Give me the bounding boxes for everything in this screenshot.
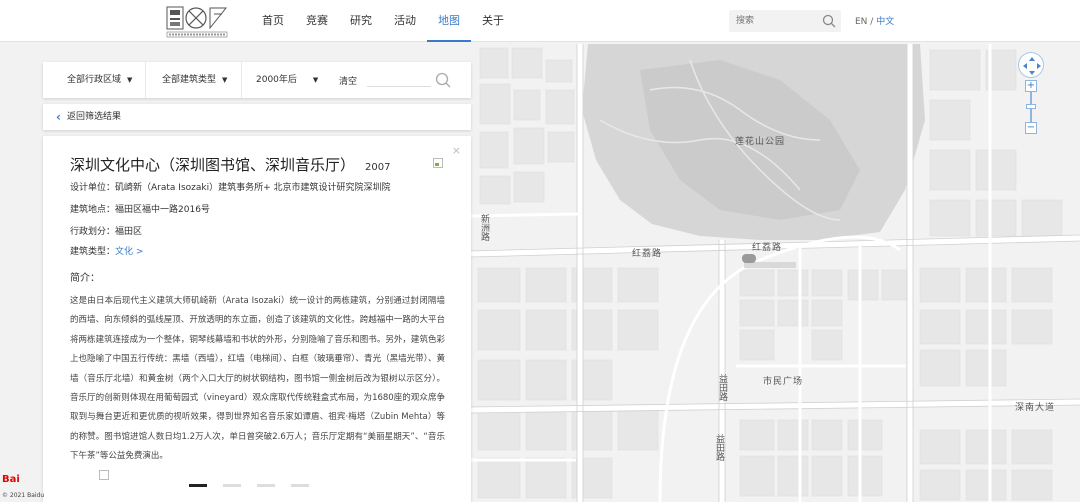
nav-home[interactable]: 首页 bbox=[251, 0, 295, 42]
caret-down-icon: ▼ bbox=[312, 76, 319, 84]
building-image-placeholder[interactable] bbox=[99, 470, 109, 480]
nav-map-label: 地图 bbox=[438, 14, 460, 27]
nav-competition-label: 竞赛 bbox=[306, 14, 328, 27]
map-label-hongli-road-west: 红荔路 bbox=[632, 249, 663, 259]
zoom-out-button[interactable]: − bbox=[1025, 122, 1037, 134]
carousel-dot[interactable] bbox=[257, 484, 275, 487]
type-label: 建筑类型： bbox=[70, 247, 116, 257]
zoom-slider-thumb[interactable] bbox=[1026, 104, 1036, 109]
lang-separator: / bbox=[870, 17, 874, 27]
building-name: 深圳文化中心（深圳图书馆、深圳音乐厅） bbox=[70, 156, 356, 174]
map-label-civic-square: 市民广场 bbox=[763, 377, 804, 387]
nav-home-label: 首页 bbox=[262, 14, 284, 27]
caret-down-icon: ▼ bbox=[127, 76, 133, 84]
filter-bar: 全部行政区域 ▼ 全部建筑类型 ▼ 2000年后 ▼ 清空 bbox=[43, 62, 471, 98]
map-label-yitian-road-south: 益田路 bbox=[714, 434, 724, 461]
type-row: 建筑类型：文化 > bbox=[70, 244, 143, 257]
carousel-dot[interactable] bbox=[223, 484, 241, 487]
designer-value: 矶崎新（Arata Isozaki）建筑事务所+ 北京市建筑设计研究院深圳院 bbox=[115, 183, 391, 193]
clear-filters-button[interactable]: 清空 bbox=[339, 74, 357, 87]
type-filter-label: 全部建筑类型 bbox=[162, 75, 217, 85]
carousel-dot[interactable] bbox=[189, 484, 207, 487]
nav-events[interactable]: 活动 bbox=[383, 0, 427, 42]
nav-about[interactable]: 关于 bbox=[471, 0, 515, 42]
language-switch: EN / 中文 bbox=[855, 14, 894, 27]
location-value: 福田区福中一路2016号 bbox=[115, 205, 210, 215]
nav-research[interactable]: 研究 bbox=[339, 0, 383, 42]
district-filter-dropdown[interactable]: 全部行政区域 ▼ bbox=[43, 62, 146, 98]
designer-label: 设计单位： bbox=[70, 183, 116, 193]
zoom-in-button[interactable]: + bbox=[1025, 80, 1037, 92]
lang-zh[interactable]: 中文 bbox=[876, 17, 894, 27]
map-label-shennan-avenue: 深南大道 bbox=[1015, 403, 1056, 413]
map-zoom-control[interactable]: + − bbox=[1025, 80, 1037, 134]
building-year: 2007 bbox=[365, 162, 391, 173]
image-thumbnail-icon[interactable] bbox=[433, 158, 443, 168]
type-filter-dropdown[interactable]: 全部建筑类型 ▼ bbox=[146, 62, 242, 98]
year-filter-label: 2000年后 bbox=[256, 75, 297, 85]
filter-search-input[interactable] bbox=[367, 73, 432, 87]
intro-text: 这是由日本后现代主义建筑大师矶崎新（Arata Isozaki）统一设计的两栋建… bbox=[70, 296, 445, 462]
carousel-dot[interactable] bbox=[291, 484, 309, 487]
chevron-left-icon: ‹ bbox=[56, 110, 61, 124]
search-icon[interactable] bbox=[822, 14, 836, 28]
nav-events-label: 活动 bbox=[394, 14, 416, 27]
district-filter-label: 全部行政区域 bbox=[67, 75, 122, 85]
nav-about-label: 关于 bbox=[482, 14, 504, 27]
lang-en[interactable]: EN bbox=[855, 17, 867, 27]
back-to-results-button[interactable]: ‹ 返回筛选结果 bbox=[43, 104, 471, 130]
pan-arrows-icon bbox=[1023, 57, 1041, 75]
map-label-hongli-road: 红荔路 bbox=[752, 243, 783, 253]
search-icon[interactable] bbox=[435, 72, 451, 88]
nav-research-label: 研究 bbox=[350, 14, 372, 27]
map-label-park: 莲花山公园 bbox=[735, 137, 786, 147]
carousel-indicators bbox=[189, 484, 309, 487]
map-label-yitian-road: 益田路 bbox=[717, 374, 727, 401]
building-type-link[interactable]: 文化 > bbox=[115, 247, 143, 257]
district-value: 福田区 bbox=[115, 227, 143, 237]
search-input[interactable] bbox=[729, 10, 817, 32]
main-nav: 首页 竞赛 研究 活动 地图 关于 bbox=[251, 0, 515, 42]
location-label: 建筑地点： bbox=[70, 205, 116, 215]
intro-heading: 简介： bbox=[70, 273, 100, 284]
header-search bbox=[729, 10, 841, 32]
year-filter-dropdown[interactable]: 2000年后 ▼ bbox=[242, 62, 330, 98]
site-logo-icon[interactable] bbox=[166, 6, 228, 38]
nav-competition[interactable]: 竞赛 bbox=[295, 0, 339, 42]
baidu-logo-icon[interactable]: Bai bbox=[2, 474, 20, 485]
designer-row: 设计单位：矶崎新（Arata Isozaki）建筑事务所+ 北京市建筑设计研究院… bbox=[70, 180, 391, 193]
nav-map[interactable]: 地图 bbox=[427, 0, 471, 42]
building-detail-panel: × 深圳文化中心（深圳图书馆、深圳音乐厅） 2007 设计单位：矶崎新（Arata… bbox=[43, 136, 471, 502]
back-label: 返回筛选结果 bbox=[67, 112, 122, 122]
baidu-attribution: Bai © 2021 Baidu bbox=[0, 474, 45, 502]
caret-down-icon: ▼ bbox=[222, 76, 228, 84]
building-title: 深圳文化中心（深圳图书馆、深圳音乐厅） 2007 bbox=[70, 154, 390, 175]
baidu-copyright: © 2021 Baidu bbox=[2, 492, 45, 499]
close-icon[interactable]: × bbox=[452, 144, 461, 157]
map-label-xinzhou-road: 新洲路 bbox=[479, 214, 489, 241]
location-row: 建筑地点：福田区福中一路2016号 bbox=[70, 202, 210, 215]
top-header: 首页 竞赛 研究 活动 地图 关于 EN / 中文 bbox=[0, 0, 1080, 42]
district-row: 行政划分：福田区 bbox=[70, 224, 142, 237]
district-label: 行政划分： bbox=[70, 227, 116, 237]
map-pan-control[interactable] bbox=[1018, 52, 1044, 78]
